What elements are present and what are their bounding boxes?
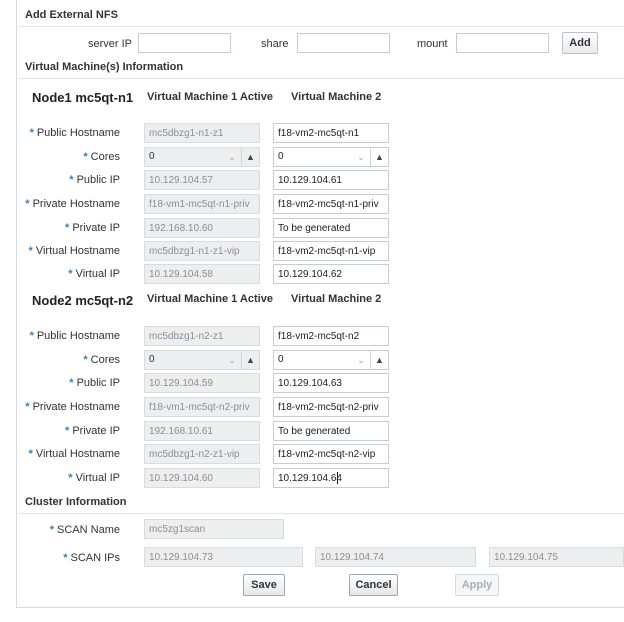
required-star-icon: * [69, 377, 74, 389]
node1-vm2-private-hostname[interactable] [273, 194, 389, 214]
nfs-section-divider [18, 26, 624, 27]
mount-input[interactable] [456, 33, 549, 53]
vm-section-divider [18, 78, 624, 79]
node1-vm1-public-hostname [144, 123, 260, 143]
node1-vm2-virtual-hostname[interactable] [273, 241, 389, 261]
vm-section-title: Virtual Machine(s) Information [25, 61, 184, 73]
node1-vm2-virtual-ip[interactable] [273, 264, 389, 284]
node1-private-hostname-label: * Private Hostname [25, 198, 120, 210]
node2-title: Node2 mc5qt-n2 [32, 293, 134, 308]
chevron-up-icon: ▲ [241, 351, 259, 369]
node1-vm1-public-ip [144, 170, 260, 190]
node1-public-ip-label: * Public IP [69, 174, 120, 186]
save-button[interactable]: Save [243, 574, 285, 596]
chevron-down-icon: ⌄ [228, 151, 236, 162]
cancel-button[interactable]: Cancel [349, 574, 398, 596]
node1-vm1-header: Virtual Machine 1 Active [147, 91, 273, 103]
node1-vm2-public-hostname[interactable] [273, 123, 389, 143]
apply-button[interactable]: Apply [455, 574, 499, 596]
node2-vm1-private-ip [144, 421, 260, 441]
required-star-icon: * [28, 245, 33, 257]
node1-vm1-private-hostname [144, 194, 260, 214]
node1-virtual-ip-label: * Virtual IP [68, 268, 120, 280]
text-cursor [337, 472, 338, 484]
scan-ips-label: * SCAN IPs [63, 552, 120, 564]
node2-vm2-private-ip[interactable] [273, 421, 389, 441]
add-nfs-button[interactable]: Add [562, 32, 598, 54]
scan-name-label: * SCAN Name [49, 524, 120, 536]
share-label: share [261, 38, 289, 50]
chevron-down-icon[interactable]: ⌄ [352, 148, 370, 166]
node2-vm1-header: Virtual Machine 1 Active [147, 293, 273, 305]
node2-vm1-public-ip [144, 373, 260, 393]
required-star-icon: * [83, 354, 88, 366]
node1-vm2-public-ip[interactable] [273, 170, 389, 190]
node1-vm1-cores-spinner: 0 ⌄ ▲ [144, 147, 260, 167]
required-star-icon: * [25, 198, 30, 210]
required-star-icon: * [69, 174, 74, 186]
mount-label: mount [417, 38, 448, 50]
node1-title: Node1 mc5qt-n1 [32, 90, 134, 105]
required-star-icon: * [28, 448, 33, 460]
node2-public-hostname-label: * Public Hostname [29, 330, 120, 342]
node2-vm2-header: Virtual Machine 2 [291, 293, 382, 305]
node1-vm1-private-ip [144, 218, 260, 238]
node2-vm1-private-hostname [144, 397, 260, 417]
required-star-icon: * [29, 330, 34, 342]
node1-cores-label: * Cores [83, 151, 120, 163]
node2-private-hostname-label: * Private Hostname [25, 401, 120, 413]
node2-public-ip-label: * Public IP [69, 377, 120, 389]
chevron-down-icon: ⌄ [228, 354, 236, 365]
node2-vm2-public-ip[interactable] [273, 373, 389, 393]
required-star-icon: * [68, 472, 73, 484]
node1-vm2-private-ip[interactable] [273, 218, 389, 238]
scan-ip-field-2 [315, 547, 476, 567]
node2-virtual-hostname-label: * Virtual Hostname [28, 448, 120, 460]
required-star-icon: * [68, 268, 73, 280]
cluster-section-title: Cluster Information [25, 496, 127, 508]
server-ip-input[interactable] [138, 33, 231, 53]
node2-vm2-virtual-hostname[interactable] [273, 444, 389, 464]
chevron-up-icon: ▲ [241, 148, 259, 166]
chevron-up-icon[interactable]: ▲ [370, 148, 388, 166]
node2-vm1-virtual-hostname [144, 444, 260, 464]
required-star-icon: * [29, 127, 34, 139]
node2-cores-label: * Cores [83, 354, 120, 366]
required-star-icon: * [49, 524, 55, 536]
node2-vm1-public-hostname [144, 326, 260, 346]
required-star-icon: * [65, 222, 70, 234]
node2-private-ip-label: * Private IP [65, 425, 120, 437]
server-ip-label: server IP [88, 38, 133, 50]
node1-virtual-hostname-label: * Virtual Hostname [28, 245, 120, 257]
scan-name-field [144, 519, 284, 539]
node2-vm2-public-hostname[interactable] [273, 326, 389, 346]
node2-virtual-ip-label: * Virtual IP [68, 472, 120, 484]
node2-vm2-private-hostname[interactable] [273, 397, 389, 417]
node1-vm2-header: Virtual Machine 2 [291, 91, 382, 103]
required-star-icon: * [65, 425, 70, 437]
nfs-section-title: Add External NFS [25, 9, 118, 21]
required-star-icon: * [83, 151, 88, 163]
node2-vm2-virtual-ip[interactable] [273, 468, 389, 488]
node1-private-ip-label: * Private IP [65, 222, 120, 234]
node1-vm2-cores-spinner[interactable]: 0 ⌄ ▲ [273, 147, 389, 167]
chevron-up-icon[interactable]: ▲ [370, 351, 388, 369]
node2-vm1-virtual-ip [144, 468, 260, 488]
node2-vm2-cores-spinner[interactable]: 0 ⌄ ▲ [273, 350, 389, 370]
node1-public-hostname-label: * Public Hostname [29, 127, 120, 139]
node2-vm1-cores-spinner: 0 ⌄ ▲ [144, 350, 260, 370]
scan-ip-field-1 [144, 547, 303, 567]
node1-vm1-virtual-ip [144, 264, 260, 284]
node1-vm1-virtual-hostname [144, 241, 260, 261]
scan-ip-field-3 [489, 547, 624, 567]
share-input[interactable] [297, 33, 390, 53]
cluster-section-divider [18, 513, 624, 514]
chevron-down-icon[interactable]: ⌄ [352, 351, 370, 369]
required-star-icon: * [25, 401, 30, 413]
required-star-icon: * [63, 552, 68, 564]
